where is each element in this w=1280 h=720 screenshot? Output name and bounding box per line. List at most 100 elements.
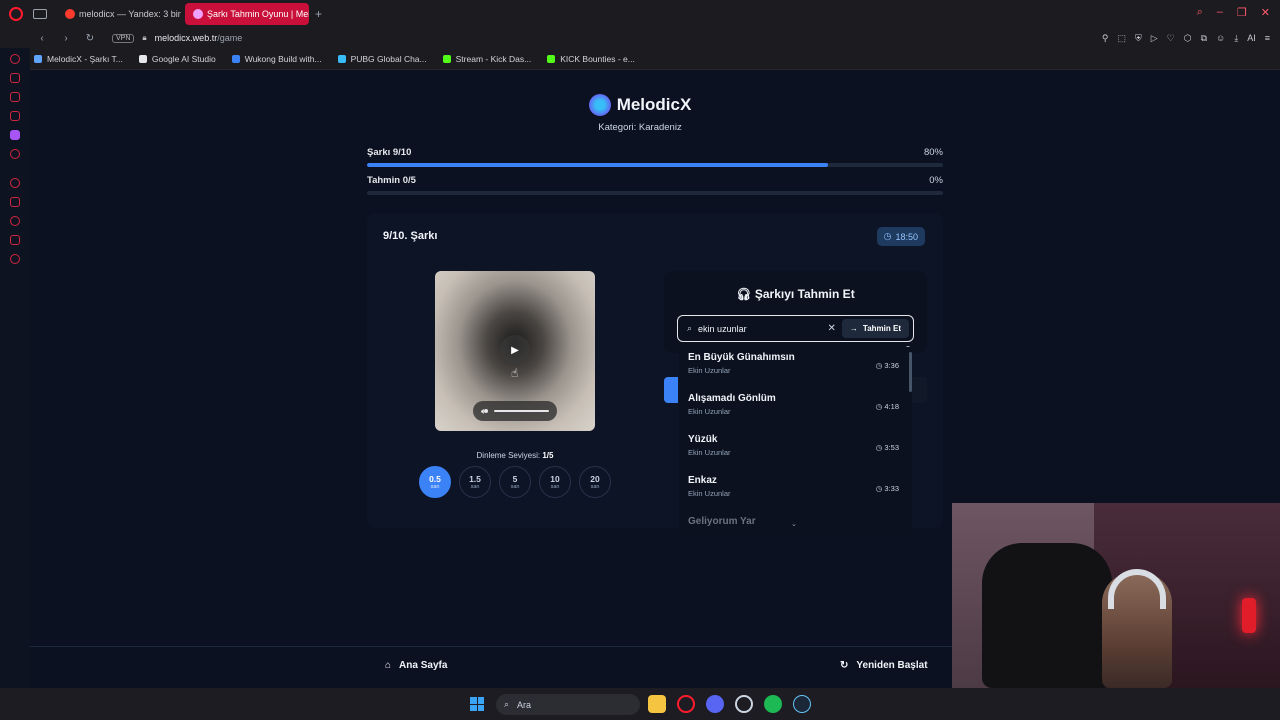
bookmark-item[interactable]: Wukong Build with...	[231, 54, 322, 64]
search-tabs-icon[interactable]: ⌕	[1197, 6, 1203, 19]
bookmark-item[interactable]: PUBG Global Cha...	[337, 53, 427, 64]
volume-slider[interactable]	[484, 409, 549, 413]
pinboard-icon[interactable]	[10, 235, 20, 245]
skip-button-partial[interactable]	[910, 377, 927, 403]
guess-progress-bar	[367, 191, 943, 195]
bookmark-item[interactable]: KICK Bounties - e...	[547, 54, 635, 64]
scrollbar-thumb[interactable]	[909, 352, 912, 392]
suggestion-item[interactable]: Alışamadı Gönlüm Ekin Uzunlar ◷ 4:18	[679, 387, 912, 428]
new-tab-button[interactable]: +	[315, 7, 322, 21]
player-icon[interactable]	[10, 178, 20, 188]
listen-level-value: 1/5	[542, 451, 554, 460]
player-icon[interactable]: ▷	[1151, 33, 1158, 44]
opera-icon[interactable]	[677, 695, 695, 713]
search-icon: ⌕	[504, 699, 510, 709]
vpn-badge[interactable]: VPN	[112, 33, 135, 43]
scroll-up-icon[interactable]: ▲	[905, 346, 911, 349]
bookmark-item[interactable]: MelodicX - Şarkı T...	[34, 54, 123, 64]
url-path: /game	[217, 33, 243, 43]
messenger-icon[interactable]	[10, 73, 20, 83]
profile-icon[interactable]: ☺	[1216, 33, 1225, 44]
restart-button[interactable]: ↻ Yeniden Başlat	[840, 660, 928, 671]
play-button[interactable]: ▶	[500, 335, 530, 365]
level-option[interactable]: 10 san	[539, 466, 571, 498]
heart-icon[interactable]: ♡	[1167, 33, 1175, 44]
suggestion-title: Yüzük	[688, 434, 718, 445]
level-value: 10	[550, 474, 560, 484]
windows-start-icon[interactable]	[470, 697, 484, 711]
clear-icon[interactable]: ✕	[828, 323, 836, 334]
headphones-logo-icon	[588, 94, 611, 116]
suggestion-item[interactable]: Enkaz Ekin Uzunlar ◷ 3:33	[679, 469, 912, 510]
suggestion-item[interactable]: En Büyük Günahımsın Ekin Uzunlar ◷ 3:36	[679, 346, 912, 387]
history-icon[interactable]	[10, 216, 20, 226]
guess-button[interactable]: → Tahmin Et	[841, 319, 909, 338]
lock-icon[interactable]: 🔒︎	[142, 33, 146, 43]
level-option[interactable]: 20 san	[579, 466, 611, 498]
scrollbar[interactable]	[908, 346, 912, 534]
song-search-input[interactable]: ⌕ ekin uzunlar ✕ → Tahmin Et	[677, 315, 914, 342]
submit-button-partial[interactable]	[664, 377, 678, 403]
level-option[interactable]: 5 san	[499, 466, 531, 498]
bookmark-item[interactable]: Stream - Kick Das...	[442, 54, 531, 64]
bookmark-item[interactable]: Google AI Studio	[138, 53, 216, 64]
home-button[interactable]: ⌂ Ana Sayfa	[385, 660, 447, 671]
copy-icon[interactable]: ⧉	[1201, 33, 1207, 44]
timer-value: 18:50	[895, 231, 918, 242]
tab-islands-icon[interactable]	[33, 9, 47, 19]
suggestion-artist: Ekin Uzunlar	[688, 448, 731, 457]
bookmark-label: Google AI Studio	[151, 53, 216, 64]
level-option[interactable]: 1.5 san	[459, 466, 491, 498]
suggestion-item[interactable]: Yüzük Ekin Uzunlar ◷ 3:53	[679, 428, 912, 469]
suggestion-artist: Ekin Uzunlar	[688, 407, 731, 416]
url-field[interactable]: melodicx.web.tr/game	[155, 33, 243, 43]
guess-title-text: Şarkıyı Tahmin Et	[754, 287, 855, 301]
volume-control[interactable]: 🔈︎	[473, 401, 557, 421]
bookmark-label: PUBG Global Cha...	[350, 53, 427, 64]
download-icon[interactable]: ⤓	[1234, 33, 1238, 44]
level-unit: san	[550, 484, 560, 490]
chevron-down-icon[interactable]: ⌄	[791, 520, 797, 528]
reload-icon[interactable]: ↻	[82, 33, 98, 44]
pin-icon[interactable]: ⚲	[1102, 33, 1109, 44]
menu-icon[interactable]: ≡	[1265, 33, 1270, 44]
steam-icon[interactable]	[793, 695, 811, 713]
webcam-overlay	[952, 503, 1280, 688]
aria-ai-button[interactable]: AI	[1247, 33, 1256, 44]
forward-icon[interactable]: ›	[58, 33, 74, 44]
extensions-icon[interactable]: ⬡	[1184, 33, 1192, 44]
youtube-icon[interactable]	[10, 149, 20, 159]
level-option[interactable]: 0.5 san	[419, 466, 451, 498]
settings-icon[interactable]	[10, 254, 20, 264]
tab-yandex[interactable]: melodicx — Yandex: 3 bin	[57, 3, 181, 25]
mouse-cursor-icon: ☝︎	[511, 366, 519, 380]
album-cover: ▶ 🔈︎	[435, 271, 595, 431]
ai-sidebar-icon[interactable]	[10, 54, 20, 64]
spotify-icon[interactable]	[764, 695, 782, 713]
close-icon[interactable]: ✕	[1261, 6, 1270, 19]
suggestion-title: En Büyük Günahımsın	[688, 352, 795, 363]
file-explorer-icon[interactable]	[648, 695, 666, 713]
discord-icon[interactable]	[706, 695, 724, 713]
tab-melodicx[interactable]: Şarkı Tahmin Oyunu | Melo	[185, 3, 309, 25]
maximize-icon[interactable]: ❐	[1237, 6, 1247, 19]
song-progress-fill	[367, 163, 828, 167]
obs-icon[interactable]	[735, 695, 753, 713]
minimize-icon[interactable]: –	[1217, 6, 1223, 19]
snapshot-icon[interactable]: ⬚	[1117, 33, 1126, 44]
opera-logo-icon[interactable]	[9, 7, 23, 21]
windows-taskbar: ⌕ Ara	[0, 688, 1280, 720]
level-value: 5	[512, 474, 518, 484]
restart-icon: ↻	[840, 660, 849, 671]
search-value[interactable]: ekin uzunlar	[698, 324, 827, 334]
bookmark-icon[interactable]	[10, 197, 20, 207]
suggestion-title: Enkaz	[688, 475, 717, 486]
shield-icon[interactable]: ⛨	[1135, 33, 1142, 44]
brand[interactable]: MelodicX	[0, 94, 1280, 116]
browser-sidebar	[0, 48, 30, 688]
clock-icon: ◷	[883, 231, 892, 241]
taskbar-search[interactable]: ⌕ Ara	[496, 694, 640, 715]
back-icon[interactable]: ‹	[34, 33, 50, 44]
red-lamp	[1242, 598, 1256, 633]
bookmark-favicon-icon	[442, 54, 451, 63]
